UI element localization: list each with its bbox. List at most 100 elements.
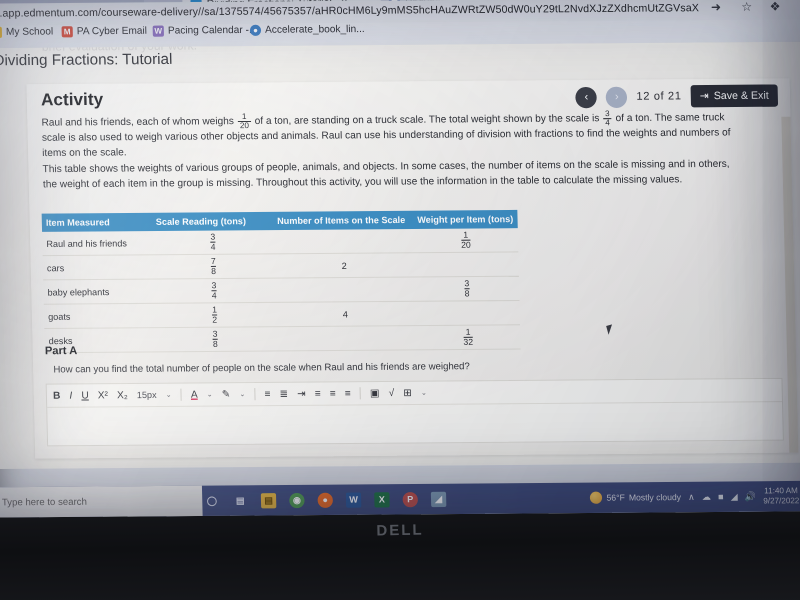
weather-temperature: 56°F — [606, 492, 625, 503]
fraction: 12 — [212, 304, 218, 325]
table-row: cars 78 2 — [42, 252, 519, 281]
cell-weight-per-item — [414, 252, 519, 276]
weather-widget[interactable]: 56°F Mostly cloudy — [590, 491, 681, 504]
column-header-number-of-items: Number of Items on the Scale — [277, 214, 406, 226]
bookmark-pacing-calendar[interactable]: W Pacing Calendar -... — [152, 25, 258, 37]
part-a-heading: Part A — [44, 344, 78, 358]
word-icon[interactable]: W — [345, 491, 362, 508]
puzzle-piece-icon[interactable]: ❖ — [769, 0, 780, 14]
star-icon[interactable]: ☆ — [741, 0, 752, 14]
clock-time: 11:40 AM — [764, 485, 798, 496]
insert-table-button[interactable]: ⊞ — [403, 387, 412, 398]
bookmark-label: My School — [5, 26, 54, 38]
chrome-icon[interactable]: ◉ — [289, 492, 305, 508]
measurements-table: Item Measured Scale Reading (tons) Numbe… — [41, 209, 521, 354]
task-view-icon[interactable]: ▤ — [232, 493, 248, 508]
excel-icon[interactable]: X — [374, 491, 390, 508]
subscript-button[interactable]: X₂ — [117, 390, 128, 401]
para1-part-a: Raul and his friends, each of whom weigh… — [41, 115, 237, 129]
fraction: 1 20 — [461, 229, 471, 250]
chevron-down-icon[interactable]: ⌄ — [166, 391, 172, 399]
bookmark-label: PA Cyber Email — [76, 25, 148, 38]
cortana-icon[interactable]: ◯ — [204, 493, 220, 508]
clock[interactable]: 11:40 AM 9/27/2022 — [763, 486, 800, 507]
activity-paragraph-2: This table shows the weights of various … — [42, 158, 730, 190]
chevron-down-icon[interactable]: ⌄ — [421, 389, 427, 397]
share-icon[interactable]: ➜ — [711, 0, 722, 14]
align-center-button[interactable]: ≡ — [330, 388, 336, 399]
calendar-icon: W — [152, 25, 165, 37]
chevron-down-icon[interactable]: ⌄ — [239, 390, 245, 398]
part-a-question: How can you find the total number of peo… — [53, 361, 470, 376]
search-input[interactable]: Type here to search — [0, 485, 203, 518]
show-hidden-icons-button[interactable]: ∧ — [688, 491, 695, 502]
cell-number-of-items: 4 — [342, 308, 349, 320]
sun-cloud-icon — [590, 491, 603, 504]
toolbar-divider — [254, 388, 256, 401]
bold-button[interactable]: B — [53, 390, 61, 401]
italic-button[interactable]: I — [69, 390, 72, 401]
cell-weight-per-item: 1 32 — [416, 325, 521, 349]
onedrive-icon[interactable]: ☁ — [702, 491, 711, 502]
page-title: Dividing Fractions: Tutorial — [0, 50, 173, 70]
powerpoint-icon[interactable]: P — [402, 491, 419, 507]
save-and-exit-button[interactable]: ⇥ Save & Exit — [690, 84, 779, 108]
underline-button[interactable]: U — [81, 390, 89, 401]
formula-button[interactable]: √ — [389, 387, 395, 398]
table-row: goats 12 4 — [43, 300, 521, 329]
bookmark-pa-cyber-email[interactable]: M PA Cyber Email — [61, 25, 148, 38]
column-header-scale-reading: Scale Reading (tons) — [155, 216, 247, 227]
system-tray: 56°F Mostly cloudy ∧ ☁ ■ ◢ 🔊 11:40 AM 9/… — [590, 481, 800, 513]
laptop-photo-scene: DELL P Portal × e Dividing Fractions: Tu… — [0, 0, 800, 600]
cell-item: cars — [46, 262, 65, 273]
fraction: 34 — [210, 231, 216, 252]
table-row: Raul and his friends 34 1 20 — [42, 228, 519, 257]
bookmark-my-school[interactable]: ⚑ My School — [0, 26, 53, 38]
file-explorer-icon[interactable]: ▤ — [260, 492, 277, 508]
highlighter-icon[interactable]: ✎ — [222, 389, 231, 400]
snip-tool-icon[interactable]: ◢ — [430, 491, 447, 507]
cell-item: baby elephants — [47, 286, 110, 298]
cell-item: Raul and his friends — [46, 237, 128, 249]
table-row: baby elephants 34 38 — [43, 276, 520, 305]
cell-number-of-items — [273, 229, 414, 253]
bookmark-accelerate-book-link[interactable]: ● Accelerate_book_lin... — [249, 24, 365, 36]
battery-icon[interactable]: ■ — [718, 492, 724, 502]
align-right-button[interactable]: ≡ — [345, 388, 351, 399]
fraction: 78 — [210, 255, 217, 277]
column-header-weight-per-item: Weight per Item (tons) — [417, 214, 514, 225]
wifi-icon[interactable]: ◢ — [730, 491, 737, 502]
next-page-button[interactable]: › — [605, 86, 628, 108]
fraction: 38 — [212, 328, 218, 349]
superscript-button[interactable]: X² — [98, 390, 108, 401]
firefox-icon[interactable]: ● — [317, 492, 334, 508]
bullet-list-button[interactable]: ≡ — [264, 388, 270, 399]
cell-scale-reading: 38 — [154, 327, 276, 351]
font-color-button[interactable]: A — [191, 389, 198, 400]
table-row: desks 38 1 32 — [44, 325, 521, 354]
activity-nav: ‹ › 12 of 21 ⇥ Save & Exit — [575, 84, 779, 108]
page-content: brief evaluation of your work. Dividing … — [0, 41, 800, 470]
fraction-three-fourths: 34 — [603, 109, 612, 128]
numbered-list-button[interactable]: ≣ — [279, 388, 288, 399]
previous-page-button[interactable]: ‹ — [575, 86, 598, 108]
cell-number-of-items — [274, 278, 415, 302]
chevron-down-icon[interactable]: ⌄ — [207, 390, 213, 398]
activity-card: Activity ‹ › 12 of 21 ⇥ Save & Exit Raul… — [26, 78, 799, 459]
font-size-selector[interactable]: 15px — [137, 390, 157, 400]
gmail-icon: M — [61, 26, 73, 38]
align-left-button[interactable]: ≡ — [315, 388, 321, 399]
windows-taskbar: Type here to search ◯ ▤ ▤ ◉ ● W X P ◢ 56… — [0, 480, 800, 518]
para1-part-b: of a ton, are standing on a truck scale.… — [251, 113, 603, 128]
page-counter: 12 of 21 — [636, 90, 682, 103]
fraction-one-twentieth: 1 20 — [237, 112, 252, 131]
activity-heading: Activity — [40, 89, 104, 110]
cell-item: goats — [47, 311, 71, 322]
indent-button[interactable]: ⇥ — [297, 388, 306, 399]
volume-icon[interactable]: 🔊 — [745, 491, 757, 502]
toolbar-divider — [359, 387, 362, 400]
answer-textarea[interactable] — [47, 402, 783, 442]
activity-paragraph-1: Raul and his friends, each of whom weigh… — [41, 109, 751, 161]
insert-image-button[interactable]: ▣ — [370, 388, 380, 399]
answer-editor[interactable]: B I U X² X₂ 15px ⌄ A ⌄ ✎ ⌄ ≡ ≣ ⇥ ≡ ≡ ≡ ▣… — [45, 377, 784, 447]
